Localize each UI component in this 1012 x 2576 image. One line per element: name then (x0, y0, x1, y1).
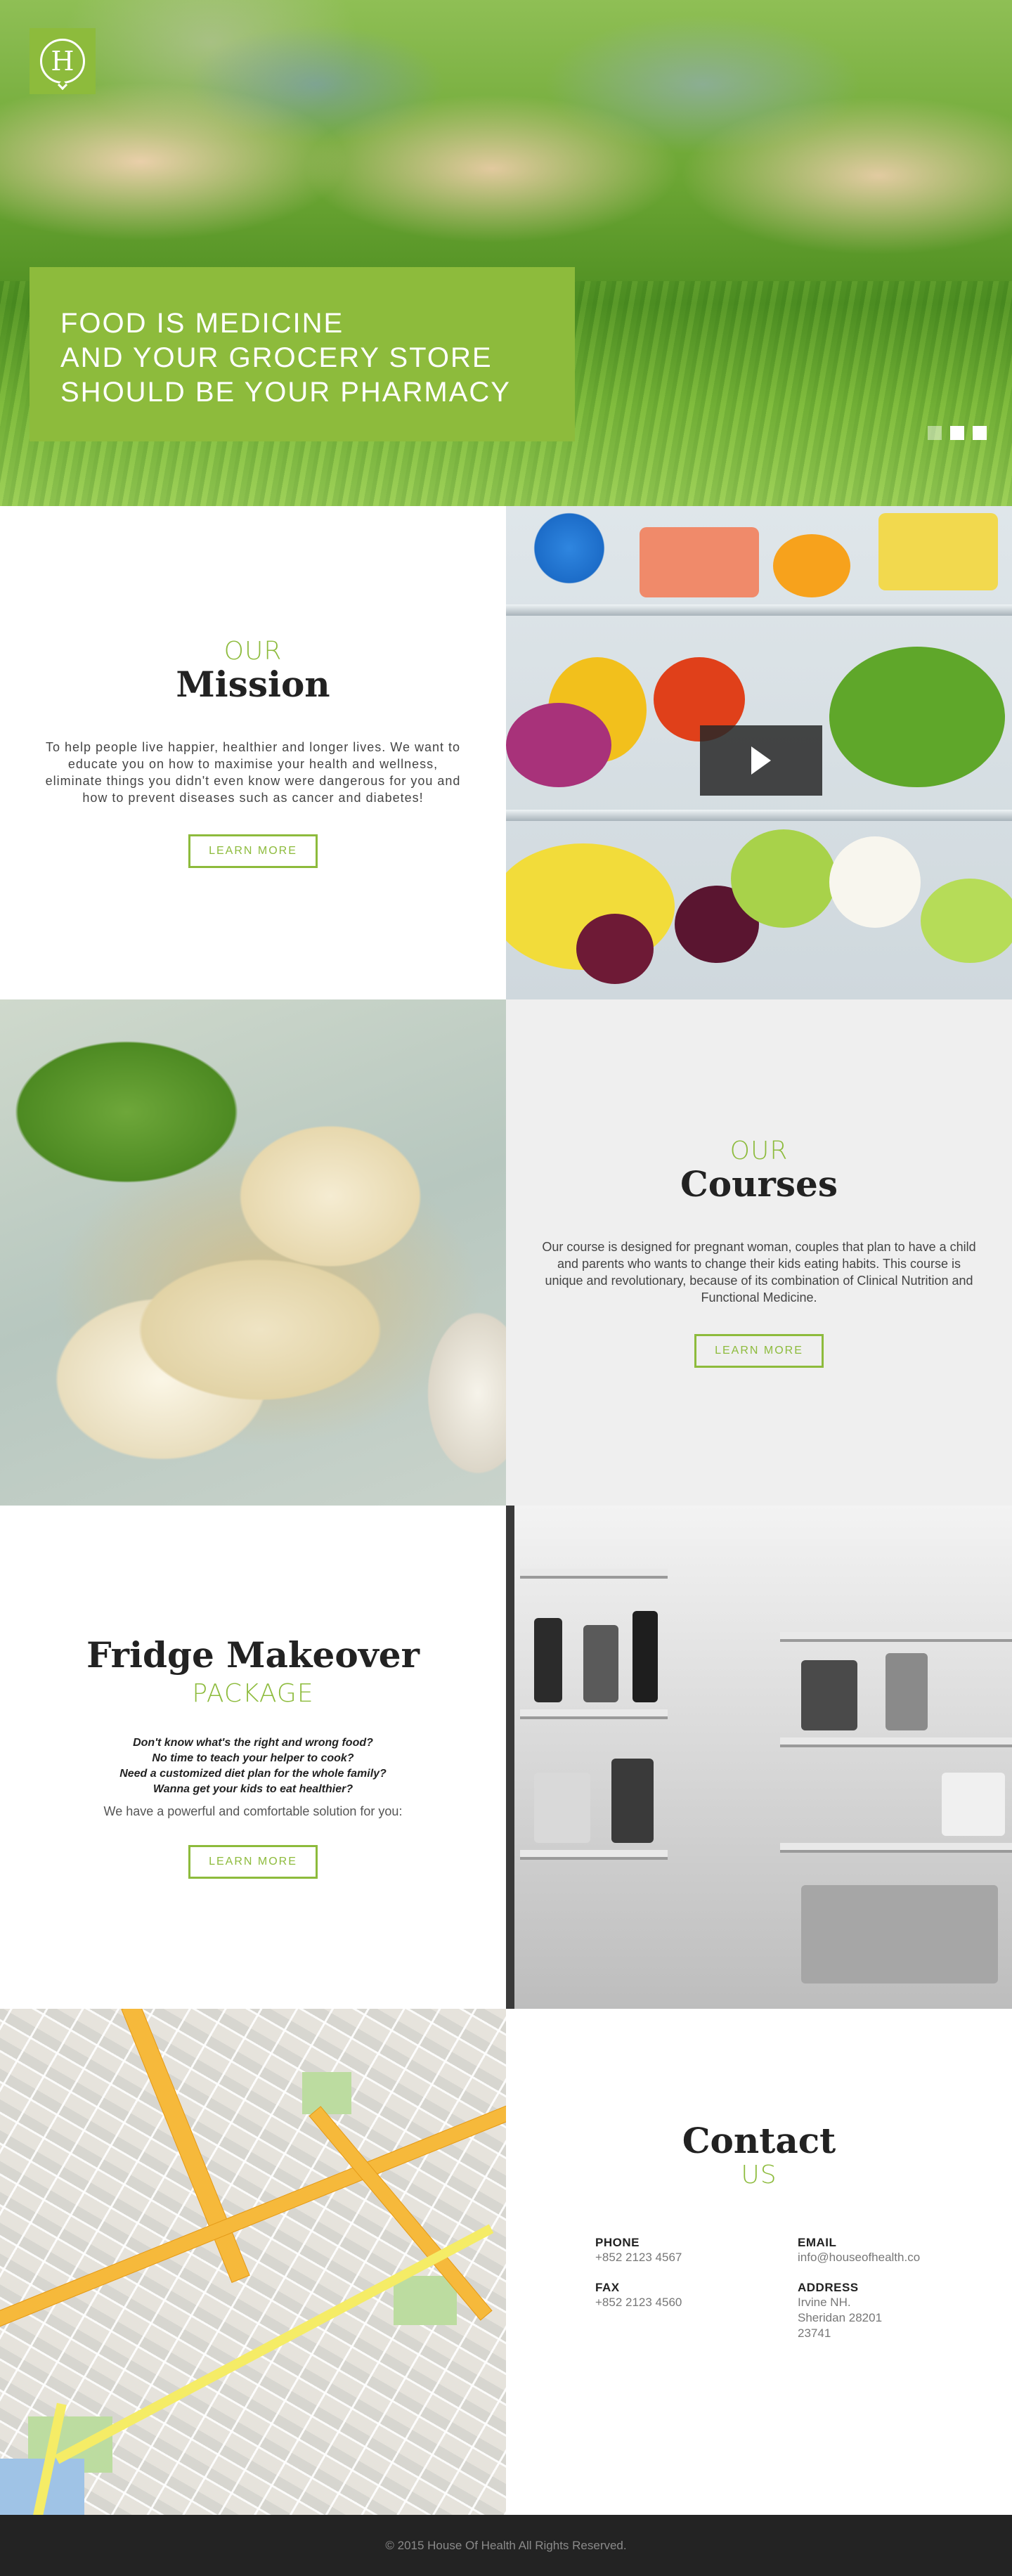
makeover-question: Don't know what's the right and wrong fo… (133, 1737, 373, 1749)
video-play-button[interactable] (700, 725, 822, 796)
makeover-question: No time to teach your helper to cook? (152, 1752, 354, 1765)
map-road (54, 2224, 494, 2464)
bottle (611, 1759, 654, 1843)
makeover-section: Fridge Makeover PACKAGE Don't know what'… (0, 1506, 1012, 2009)
phone-label: PHONE (595, 2235, 640, 2249)
milk-jug (534, 1773, 590, 1843)
courses-eyebrow: OUR (729, 1136, 789, 1165)
slider-dot-active[interactable] (950, 426, 964, 440)
logo-letter: H (51, 46, 74, 77)
fridge-shelf (780, 1843, 1012, 1853)
courses-learn-more-button[interactable]: LEARN MORE (694, 1334, 824, 1368)
lettuce (829, 647, 1005, 787)
logo-emblem-icon: H (40, 39, 85, 91)
red-cabbage (506, 703, 611, 787)
makeover-learn-more-button[interactable]: LEARN MORE (188, 1845, 318, 1879)
mission-section: OUR Mission To help people live happier,… (0, 506, 1012, 999)
site-footer: © 2015 House Of Health All Rights Reserv… (0, 2515, 1012, 2576)
mission-learn-more-button[interactable]: LEARN MORE (188, 834, 318, 869)
address-label: ADDRESS (798, 2280, 859, 2294)
contact-panel: Contact US PHONE +852 2123 4567 EMAIL in… (506, 2009, 1012, 2515)
fax-label: FAX (595, 2280, 620, 2294)
contact-details: PHONE +852 2123 4567 EMAIL info@houseofh… (595, 2236, 923, 2341)
green-apples (731, 829, 836, 928)
coconut (829, 836, 921, 928)
courses-title: Courses (680, 1163, 838, 1205)
address-line: Irvine NH. (798, 2295, 851, 2309)
logo-tip-icon (57, 79, 68, 91)
makeover-title: Fridge Makeover (86, 1633, 420, 1676)
food-container (942, 1773, 1005, 1836)
map-park (302, 2072, 351, 2114)
makeover-questions: Don't know what's the right and wrong fo… (119, 1735, 387, 1797)
bottle (534, 1618, 562, 1702)
fridge-door-shelf (520, 1709, 668, 1719)
location-map[interactable] (0, 2009, 506, 2515)
makeover-solution-text: We have a powerful and comfortable solut… (103, 1804, 403, 1819)
fridge-shelf (506, 604, 1012, 616)
hero-headline-box: FOOD IS MEDICINE AND YOUR GROCERY STORE … (30, 267, 575, 441)
bottle (885, 1653, 928, 1730)
bottle (583, 1625, 618, 1702)
slider-dot[interactable] (973, 426, 987, 440)
contact-phone: PHONE +852 2123 4567 (595, 2236, 798, 2265)
makeover-eyebrow: PACKAGE (192, 1678, 314, 1708)
email-link[interactable]: info@houseofhealth.co (798, 2250, 923, 2265)
footer-copyright: © 2015 House Of Health All Rights Reserv… (385, 2538, 627, 2552)
green-apples (921, 879, 1012, 963)
address-line: Sheridan 28201 (798, 2310, 883, 2324)
hero-banner: H FOOD IS MEDICINE AND YOUR GROCERY STOR… (0, 0, 1012, 506)
courses-text-panel: OUR Courses Our course is designed for p… (506, 999, 1012, 1506)
bottle (632, 1611, 658, 1702)
play-icon (751, 746, 771, 775)
cheese-block (878, 513, 998, 590)
makeover-text-panel: Fridge Makeover PACKAGE Don't know what'… (0, 1506, 506, 2009)
phone-value[interactable]: +852 2123 4567 (595, 2250, 798, 2265)
slider-pagination (928, 426, 987, 440)
fridge-door-shelf (520, 1569, 668, 1579)
tofu-soybean-image (0, 999, 506, 1506)
plums (576, 914, 654, 984)
slider-dot[interactable] (928, 426, 942, 440)
open-fridge-image (506, 1506, 1012, 2009)
contact-address: ADDRESS Irvine NH. Sheridan 28201 23741 (798, 2281, 923, 2341)
food-jar (801, 1660, 857, 1730)
fridge-shelf (506, 810, 1012, 821)
hero-headline-line: FOOD IS MEDICINE (60, 308, 344, 339)
fax-value: +852 2123 4560 (595, 2295, 682, 2309)
fridge-video-thumbnail[interactable] (506, 506, 1012, 999)
hero-headline-line: SHOULD BE YOUR PHARMACY (60, 377, 511, 408)
courses-paragraph: Our course is designed for pregnant woma… (542, 1240, 976, 1305)
food-container (640, 527, 759, 597)
fridge-shelf (780, 1737, 1012, 1747)
contact-section: Contact US PHONE +852 2123 4567 EMAIL in… (0, 2009, 1012, 2515)
crisper-drawer (801, 1885, 998, 1983)
contact-email: EMAIL info@houseofhealth.co (798, 2236, 923, 2265)
makeover-question: Wanna get your kids to eat healthier? (153, 1783, 353, 1796)
mission-title: Mission (176, 664, 330, 706)
fruit-bowl (773, 534, 850, 597)
map-park (394, 2276, 457, 2325)
fridge-door-shelf (520, 1850, 668, 1860)
contact-eyebrow: US (741, 2161, 777, 2189)
email-label: EMAIL (798, 2235, 837, 2249)
mission-paragraph: To help people live happier, healthier a… (45, 740, 461, 805)
courses-section: OUR Courses Our course is designed for p… (0, 999, 1012, 1506)
address-line: 23741 (798, 2326, 831, 2340)
hero-headline-line: AND YOUR GROCERY STORE (60, 342, 493, 373)
makeover-question: Need a customized diet plan for the whol… (119, 1768, 387, 1780)
site-logo[interactable]: H (30, 28, 96, 94)
contact-title: Contact (682, 2120, 836, 2161)
fridge-shelf (780, 1632, 1012, 1642)
mission-eyebrow: OUR (223, 636, 283, 666)
contact-fax: FAX +852 2123 4560 (595, 2281, 798, 2341)
mission-text-panel: OUR Mission To help people live happier,… (0, 506, 506, 999)
